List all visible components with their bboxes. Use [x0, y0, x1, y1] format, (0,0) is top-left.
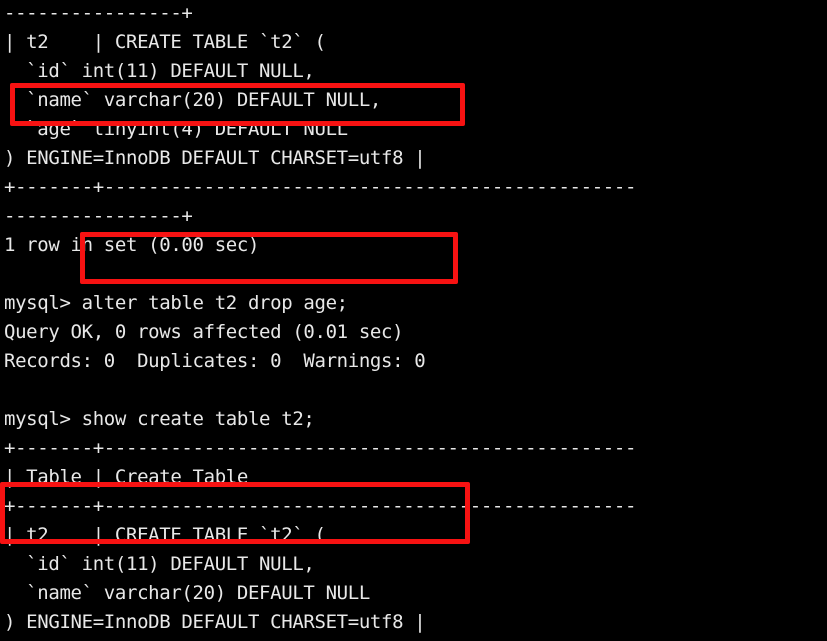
terminal-line: `id` int(11) DEFAULT NULL,: [4, 553, 315, 575]
terminal-line: +-------+-------------------------------…: [4, 437, 637, 459]
terminal-line: | t2 | CREATE TABLE `t2` (: [4, 31, 326, 53]
terminal-line: +-------+-------------------------------…: [4, 495, 637, 517]
terminal-line: +-------+-------------------------------…: [4, 637, 827, 641]
terminal-line: `name` varchar(20) DEFAULT NULL,: [4, 89, 382, 111]
terminal-line: `age` tinyint(4) DEFAULT NULL: [4, 118, 348, 140]
terminal-window[interactable]: ----------------+ | t2 | CREATE TABLE `t…: [0, 0, 827, 641]
terminal-line: ) ENGINE=InnoDB DEFAULT CHARSET=utf8 |: [4, 147, 426, 169]
terminal-line: Query OK, 0 rows affected (0.01 sec): [4, 321, 404, 343]
terminal-line: `id` int(11) DEFAULT NULL,: [4, 60, 315, 82]
terminal-line: 1 row in set (0.00 sec): [4, 234, 260, 256]
terminal-line: ) ENGINE=InnoDB DEFAULT CHARSET=utf8 |: [4, 611, 426, 633]
terminal-line: Records: 0 Duplicates: 0 Warnings: 0: [4, 350, 426, 372]
terminal-output: ----------------+ | t2 | CREATE TABLE `t…: [4, 0, 827, 641]
terminal-line: +-------+-------------------------------…: [4, 176, 637, 198]
terminal-line-command: mysql> alter table t2 drop age;: [4, 292, 348, 314]
terminal-line: | Table | Create Table: [4, 466, 248, 488]
terminal-line: ----------------+: [4, 2, 193, 24]
terminal-line-command: mysql> show create table t2;: [4, 408, 315, 430]
terminal-line: `name` varchar(20) DEFAULT NULL: [4, 582, 370, 604]
terminal-line: ----------------+: [4, 205, 193, 227]
terminal-line: | t2 | CREATE TABLE `t2` (: [4, 524, 326, 546]
